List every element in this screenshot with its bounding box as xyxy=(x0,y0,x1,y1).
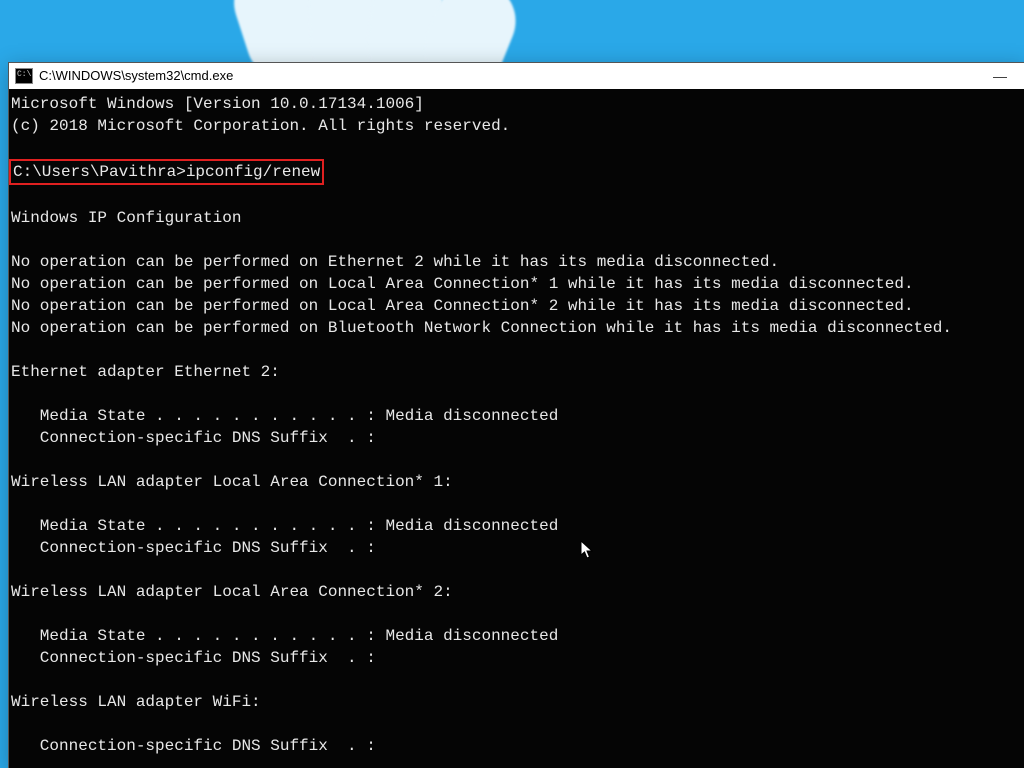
cmd-icon xyxy=(15,68,33,84)
terminal-line: (c) 2018 Microsoft Corporation. All righ… xyxy=(11,117,510,135)
terminal-line: Connection-specific DNS Suffix . : xyxy=(11,649,376,667)
adapter-title: Wireless LAN adapter Local Area Connecti… xyxy=(11,473,453,491)
adapter-title: Wireless LAN adapter Local Area Connecti… xyxy=(11,583,453,601)
terminal-line: No operation can be performed on Local A… xyxy=(11,297,914,315)
terminal-output[interactable]: Microsoft Windows [Version 10.0.17134.10… xyxy=(9,89,1024,768)
terminal-line: Media State . . . . . . . . . . . : Medi… xyxy=(11,517,558,535)
terminal-line: No operation can be performed on Etherne… xyxy=(11,253,779,271)
cmd-window: C:\WINDOWS\system32\cmd.exe — Microsoft … xyxy=(8,62,1024,768)
terminal-line: No operation can be performed on Local A… xyxy=(11,275,914,293)
highlighted-command: C:\Users\Pavithra>ipconfig/renew xyxy=(9,159,324,185)
adapter-title: Wireless LAN adapter WiFi: xyxy=(11,693,261,711)
window-controls: — xyxy=(987,68,1019,84)
titlebar[interactable]: C:\WINDOWS\system32\cmd.exe — xyxy=(9,63,1024,89)
terminal-line: Microsoft Windows [Version 10.0.17134.10… xyxy=(11,95,424,113)
terminal-line: Media State . . . . . . . . . . . : Medi… xyxy=(11,407,558,425)
prompt-line: C:\Users\Pavithra>ipconfig/renew xyxy=(13,163,320,181)
minimize-button[interactable]: — xyxy=(987,68,1013,84)
terminal-line: No operation can be performed on Bluetoo… xyxy=(11,319,952,337)
terminal-line: Windows IP Configuration xyxy=(11,209,241,227)
terminal-line: Media State . . . . . . . . . . . : Medi… xyxy=(11,627,558,645)
terminal-line: Connection-specific DNS Suffix . : xyxy=(11,429,376,447)
window-title: C:\WINDOWS\system32\cmd.exe xyxy=(39,68,987,84)
terminal-line: Connection-specific DNS Suffix . : xyxy=(11,737,376,755)
terminal-line: Connection-specific DNS Suffix . : xyxy=(11,539,376,557)
adapter-title: Ethernet adapter Ethernet 2: xyxy=(11,363,280,381)
